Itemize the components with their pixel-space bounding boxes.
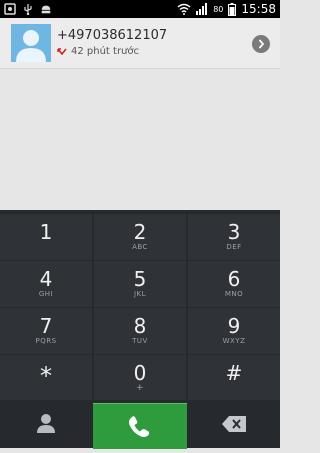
key-digit: * <box>40 362 52 390</box>
key-digit: 5 <box>133 267 147 291</box>
backspace-icon <box>222 416 246 432</box>
key-3[interactable]: 3 DEF <box>188 214 280 260</box>
key-letters: + <box>135 383 145 393</box>
android-icon <box>41 5 51 14</box>
key-digit: 4 <box>39 267 53 291</box>
key-star[interactable]: * <box>0 355 92 401</box>
caller-number: +497038612107 <box>57 28 168 43</box>
key-letters: TUV <box>132 337 148 345</box>
key-digit: 0 <box>133 361 147 385</box>
key-7[interactable]: 7 PQRS <box>0 308 92 354</box>
key-letters: WXYZ <box>222 337 246 345</box>
call-time-ago: 42 phút trước <box>71 46 140 57</box>
key-hash[interactable]: # <box>188 355 280 401</box>
key-8[interactable]: 8 TUV <box>94 308 186 354</box>
screenshot-icon <box>4 3 16 15</box>
key-letters: MNO <box>224 290 244 298</box>
chevron-right-icon <box>258 39 265 49</box>
delete-button[interactable] <box>188 400 280 448</box>
battery-icon <box>228 2 237 16</box>
wifi-icon <box>177 3 191 15</box>
key-digit: 2 <box>133 220 147 244</box>
dialer-action-bar <box>0 400 280 449</box>
call-meta: 42 phút trước <box>57 46 139 57</box>
key-letters: ABC <box>132 243 148 251</box>
key-9[interactable]: 9 WXYZ <box>188 308 280 354</box>
key-0[interactable]: 0 + <box>94 355 186 401</box>
battery-percent: 80 <box>213 4 224 14</box>
contacts-button[interactable] <box>0 400 92 448</box>
key-digit: # <box>225 361 243 385</box>
key-digit: 7 <box>39 314 53 338</box>
clock: 15:58 <box>241 2 276 16</box>
contact-placeholder-icon <box>11 24 51 62</box>
key-digit: 1 <box>39 220 53 244</box>
usb-icon <box>24 4 32 15</box>
key-5[interactable]: 5 JKL <box>94 261 186 307</box>
key-letters: DEF <box>226 243 242 251</box>
key-letters: PQRS <box>35 337 57 345</box>
key-6[interactable]: 6 MNO <box>188 261 280 307</box>
key-1[interactable]: 1 <box>0 214 92 260</box>
key-digit: 6 <box>227 267 241 291</box>
missed-call-icon <box>57 47 67 55</box>
key-digit: 8 <box>133 314 147 338</box>
key-digit: 3 <box>227 220 241 244</box>
key-letters: JKL <box>133 290 147 298</box>
person-icon <box>37 414 55 433</box>
recent-call-item[interactable]: +497038612107 42 phút trước <box>0 18 280 69</box>
call-details-button[interactable] <box>252 35 270 53</box>
call-button[interactable] <box>93 403 187 449</box>
phone-icon <box>129 416 150 438</box>
avatar[interactable] <box>11 24 51 62</box>
signal-icon <box>196 3 208 15</box>
key-digit: 9 <box>227 314 241 338</box>
key-2[interactable]: 2 ABC <box>94 214 186 260</box>
status-bar: 80 15:58 <box>0 0 280 18</box>
key-letters: GHI <box>38 290 54 298</box>
key-4[interactable]: 4 GHI <box>0 261 92 307</box>
